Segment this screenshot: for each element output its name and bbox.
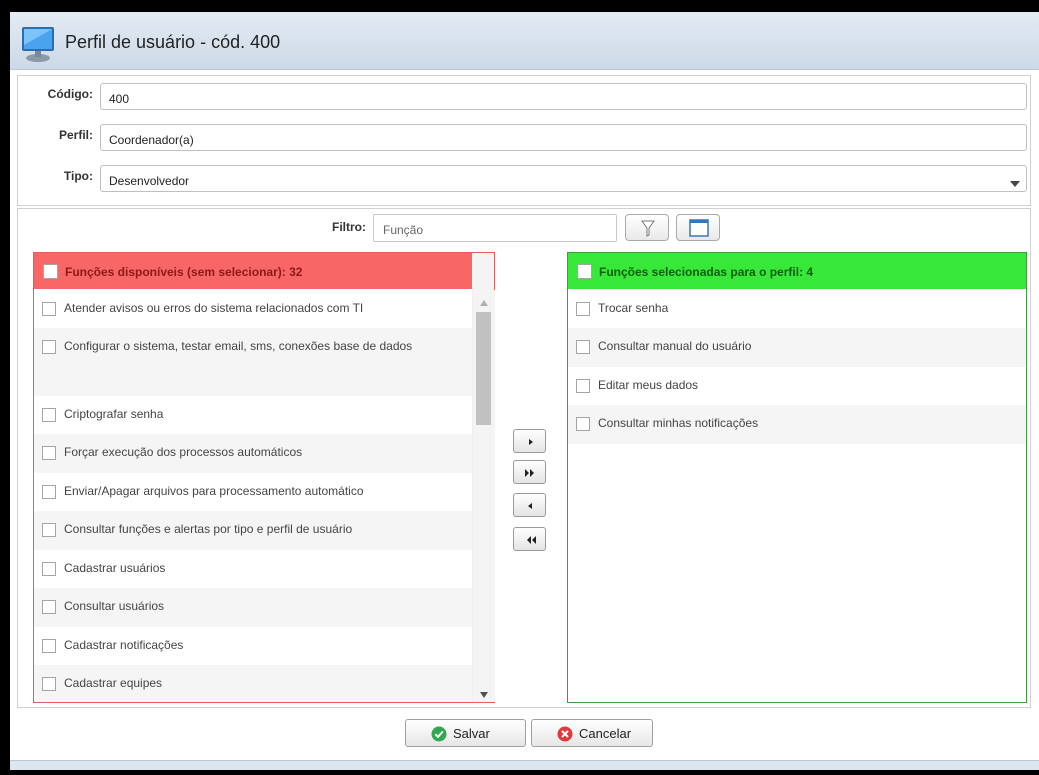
list-item[interactable]: Editar meus dados xyxy=(568,367,1026,405)
item-label: Trocar senha xyxy=(598,301,669,315)
item-label: Configurar o sistema, testar email, sms,… xyxy=(64,339,413,353)
tipo-label: Tipo: xyxy=(63,169,93,183)
item-checkbox[interactable] xyxy=(42,523,56,537)
item-checkbox[interactable] xyxy=(576,379,590,393)
item-checkbox[interactable] xyxy=(576,302,590,316)
cancel-button-label: Cancelar xyxy=(579,726,632,741)
scroll-up-arrow-icon[interactable] xyxy=(480,295,488,306)
item-label: Forçar execução dos processos automático… xyxy=(64,445,303,459)
select-all-selected-checkbox[interactable] xyxy=(577,264,592,279)
title-bar: Perfil de usuário - cód. 400 xyxy=(10,12,1039,70)
list-item[interactable]: Consultar funções e alertas por tipo e p… xyxy=(34,511,472,550)
monitor-icon xyxy=(21,25,55,63)
window-title: Perfil de usuário - cód. 400 xyxy=(65,32,281,52)
move-selected-left-button[interactable] xyxy=(513,493,546,517)
selected-header-text: Funções selecionadas para o perfil: 4 xyxy=(599,265,814,279)
filter-label: Filtro: xyxy=(332,220,366,234)
list-item[interactable]: Configurar o sistema, testar email, sms,… xyxy=(34,328,472,396)
x-circle-icon xyxy=(557,726,573,742)
item-label: Consultar minhas notificações xyxy=(598,416,759,430)
save-button-label: Salvar xyxy=(453,726,490,741)
window-bottom-border xyxy=(10,760,1039,770)
double-arrow-left-icon xyxy=(527,536,536,544)
item-checkbox[interactable] xyxy=(42,562,56,576)
filter-input[interactable]: Função xyxy=(373,214,617,242)
selected-functions-list: Funções selecionadas para o perfil: 4 Tr… xyxy=(567,252,1027,703)
list-item[interactable]: Trocar senha xyxy=(568,290,1026,328)
list-item[interactable]: Enviar/Apagar arquivos para processament… xyxy=(34,473,472,511)
functions-panel: Filtro: Função Funções disponíveis (sem … xyxy=(17,208,1031,708)
item-checkbox[interactable] xyxy=(42,485,56,499)
perfil-label: Perfil: xyxy=(58,128,93,142)
item-label: Consultar funções e alertas por tipo e p… xyxy=(64,522,353,536)
move-all-right-button[interactable] xyxy=(513,460,546,484)
item-checkbox[interactable] xyxy=(576,340,590,354)
double-arrow-right-icon xyxy=(525,469,534,477)
item-checkbox[interactable] xyxy=(42,639,56,653)
item-label: Editar meus dados xyxy=(598,378,699,392)
item-checkbox[interactable] xyxy=(42,408,56,422)
item-label: Consultar manual do usuário xyxy=(598,339,752,353)
scrollbar-corner xyxy=(472,253,494,290)
item-label: Cadastrar notificações xyxy=(64,638,184,652)
filter-button[interactable] xyxy=(625,214,669,241)
clear-filter-button[interactable] xyxy=(676,214,720,241)
scroll-down-arrow-icon[interactable] xyxy=(480,687,488,698)
move-all-left-button[interactable] xyxy=(513,527,546,551)
save-button[interactable]: Salvar xyxy=(405,719,526,747)
cancel-button[interactable]: Cancelar xyxy=(531,719,653,747)
tipo-select[interactable]: Desenvolvedor xyxy=(100,165,1027,192)
codigo-input[interactable]: 400 xyxy=(100,83,1027,110)
arrow-right-icon xyxy=(529,439,533,445)
window-icon xyxy=(689,219,709,237)
list-item[interactable]: Forçar execução dos processos automático… xyxy=(34,434,472,473)
check-circle-icon xyxy=(431,726,447,742)
list-item[interactable]: Atender avisos ou erros do sistema relac… xyxy=(34,290,472,328)
item-checkbox[interactable] xyxy=(576,417,590,431)
item-label: Criptografar senha xyxy=(64,407,164,421)
select-all-available-checkbox[interactable] xyxy=(43,264,58,279)
item-label: Consultar usuários xyxy=(64,599,165,613)
arrow-left-icon xyxy=(528,503,532,509)
list-item[interactable]: Consultar usuários xyxy=(34,588,472,627)
item-label: Cadastrar usuários xyxy=(64,561,166,575)
item-checkbox[interactable] xyxy=(42,446,56,460)
funnel-icon xyxy=(641,220,655,237)
move-selected-right-button[interactable] xyxy=(513,429,546,453)
list-item[interactable]: Consultar minhas notificações xyxy=(568,405,1026,444)
perfil-input[interactable]: Coordenador(a) xyxy=(100,124,1027,151)
scrollbar-thumb[interactable] xyxy=(476,312,491,425)
profile-fields-panel: Código: 400 Perfil: Coordenador(a) Tipo:… xyxy=(17,75,1031,206)
list-item[interactable]: Cadastrar notificações xyxy=(34,627,472,665)
item-label: Atender avisos ou erros do sistema relac… xyxy=(64,301,364,315)
available-functions-list: Funções disponíveis (sem selecionar): 32… xyxy=(33,252,495,703)
list-item[interactable]: Cadastrar equipes xyxy=(34,665,472,702)
available-list-header: Funções disponíveis (sem selecionar): 32 xyxy=(34,253,472,289)
dropdown-arrow-icon[interactable] xyxy=(1010,176,1020,187)
item-label: Enviar/Apagar arquivos para processament… xyxy=(64,484,364,498)
list-item[interactable]: Criptografar senha xyxy=(34,396,472,434)
item-checkbox[interactable] xyxy=(42,677,56,691)
item-checkbox[interactable] xyxy=(42,600,56,614)
tipo-selected-value: Desenvolvedor xyxy=(109,174,190,188)
available-header-text: Funções disponíveis (sem selecionar): 32 xyxy=(65,265,303,279)
profile-window: Perfil de usuário - cód. 400 Código: 400… xyxy=(10,12,1039,770)
available-list-scrollbar[interactable] xyxy=(472,290,495,702)
list-item[interactable]: Cadastrar usuários xyxy=(34,550,472,588)
list-item[interactable]: Consultar manual do usuário xyxy=(568,328,1026,367)
selected-list-header: Funções selecionadas para o perfil: 4 xyxy=(568,253,1026,289)
codigo-label: Código: xyxy=(47,87,93,101)
item-checkbox[interactable] xyxy=(42,302,56,316)
item-label: Cadastrar equipes xyxy=(64,676,163,690)
